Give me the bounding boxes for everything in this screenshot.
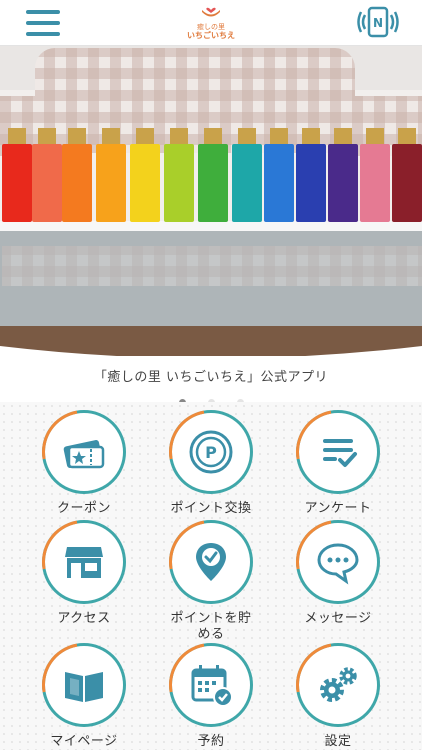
ticket-icon [63,440,105,469]
point-exchange-button[interactable]: P ポイント交換 [147,393,275,517]
gears-icon [320,667,357,702]
earn-points-button[interactable]: ポイントを貯める [147,503,275,643]
survey-icon [323,439,357,467]
reservation-label: 予約 [197,734,225,749]
nfc-phone-icon[interactable]: N [355,6,401,38]
calendar-icon [191,665,233,707]
mypage-label: マイページ [50,734,118,749]
access-button[interactable]: アクセス [20,503,148,627]
mypage-button[interactable]: マイページ [20,626,148,750]
point-coin-icon: P [189,430,233,474]
coupon-button[interactable]: クーポン [20,393,148,517]
location-pin-icon [196,543,226,581]
app-subtitle: 「癒しの里 いちごいちえ」公式アプリ [93,370,329,385]
reservation-button[interactable]: 予約 [147,626,275,750]
access-label: アクセス [57,611,111,626]
coupon-label: クーポン [56,501,111,516]
settings-button[interactable]: 設定 [274,626,402,750]
book-icon [65,672,103,702]
message-label: メッセージ [304,611,372,626]
app-header: 癒しの里 いちごいちえ N [0,0,422,46]
svg-text:P: P [205,443,217,462]
earn-points-label: ポイントを貯める [170,611,252,642]
svg-text:N: N [373,16,383,30]
app-logo: 癒しの里 いちごいちえ [168,2,254,42]
logo-text-bottom: いちごいちえ [187,31,235,40]
survey-button[interactable]: アンケート [274,393,402,517]
carousel-indicator [0,391,422,406]
chat-bubble-icon [317,543,359,585]
message-button[interactable]: メッセージ [274,503,402,627]
settings-label: 設定 [324,734,352,749]
logo-heart-hand-icon [202,7,220,17]
point-exchange-label: ポイント交換 [170,501,252,516]
survey-label: アンケート [304,501,372,516]
hero-image [0,46,422,356]
shop-icon [65,547,103,578]
hamburger-icon[interactable] [26,8,60,38]
logo-text-top: 癒しの里 [197,23,225,31]
